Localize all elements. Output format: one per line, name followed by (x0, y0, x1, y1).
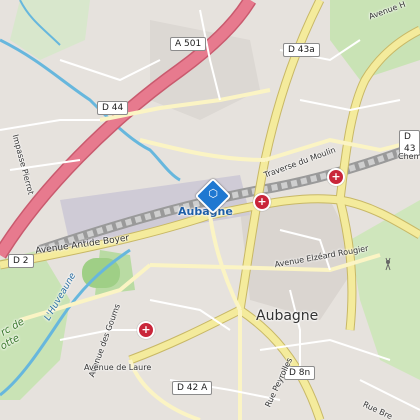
pharmacy-icon[interactable]: + (253, 193, 271, 211)
map-view[interactable]: A 501 D 43a D 44 D 43 D 2 D 42 A D 8n Av… (0, 0, 420, 420)
street-label-avenue-de-laure: Avenue de Laure (84, 363, 152, 372)
road-shield-d44: D 44 (97, 101, 129, 115)
street-label-chemin: Chem (398, 152, 420, 161)
road-shield-a501: A 501 (170, 37, 207, 51)
road-shield-d42a: D 42 A (172, 381, 213, 395)
town-label-aubagne[interactable]: Aubagne (256, 308, 318, 324)
pharmacy-icon[interactable]: + (137, 321, 155, 339)
train-station-icon: ⬡ (208, 187, 218, 200)
road-shield-d43a: D 43a (283, 43, 320, 57)
road-shield-d2: D 2 (8, 254, 34, 268)
pharmacy-icon[interactable]: + (327, 168, 345, 186)
